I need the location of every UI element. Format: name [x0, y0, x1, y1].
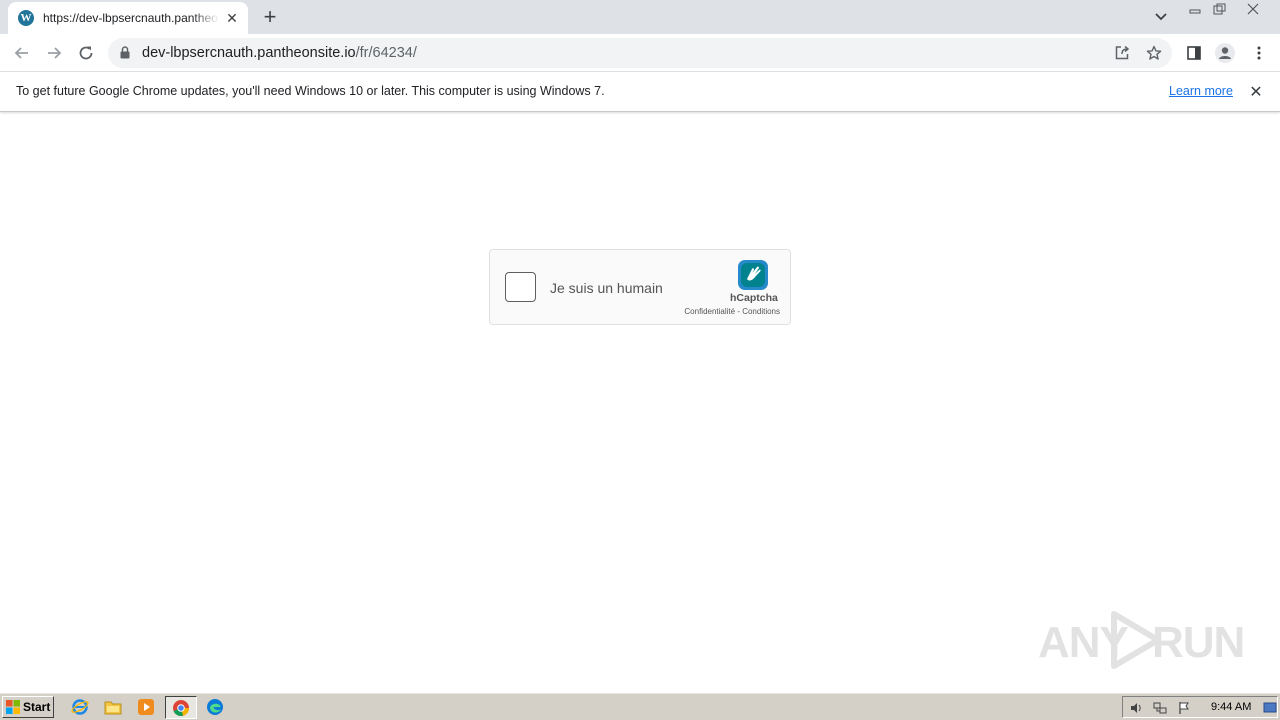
wordpress-icon: W	[18, 10, 34, 26]
network-icon[interactable]	[1153, 701, 1167, 715]
browser-tab[interactable]: W https://dev-lbpsercnauth.pantheonsite.…	[8, 2, 248, 34]
taskbar-clock[interactable]: 9:44 AM	[1211, 701, 1251, 713]
side-panel-icon[interactable]	[1183, 42, 1205, 64]
watermark-right-text: RUN	[1152, 618, 1245, 667]
volume-icon[interactable]	[1129, 701, 1143, 715]
restore-icon[interactable]	[1209, 1, 1231, 17]
file-explorer-icon[interactable]	[104, 698, 122, 716]
lock-icon[interactable]	[120, 46, 130, 64]
tab-title: https://dev-lbpsercnauth.pantheonsite.io…	[43, 11, 219, 25]
action-center-flag-icon[interactable]	[1177, 701, 1191, 715]
hcaptcha-logo-icon	[736, 258, 770, 292]
windows-logo-icon	[6, 700, 20, 714]
start-label: Start	[23, 700, 51, 714]
url-path: /fr/64234/	[355, 45, 417, 61]
hcaptcha-widget: Je suis un humain hCaptcha Confidentiali…	[489, 249, 791, 325]
profile-icon[interactable]	[1214, 42, 1236, 64]
kebab-menu-icon[interactable]	[1248, 42, 1270, 64]
internet-explorer-icon[interactable]	[71, 698, 89, 716]
media-player-icon[interactable]	[137, 698, 155, 716]
url-text[interactable]: dev-lbpsercnauth.pantheonsite.io/fr/6423…	[142, 45, 417, 61]
reload-icon[interactable]	[74, 41, 98, 65]
captcha-checkbox[interactable]	[505, 272, 536, 302]
new-tab-button[interactable]: +	[258, 6, 282, 28]
show-desktop-icon[interactable]	[1263, 701, 1277, 715]
minimize-icon[interactable]	[1184, 1, 1206, 17]
anyrun-watermark: ANY RUN	[1038, 608, 1245, 672]
system-tray: 9:44 AM	[1122, 696, 1278, 718]
edge-icon[interactable]	[206, 698, 224, 716]
forward-icon[interactable]	[42, 41, 66, 65]
bookmark-star-icon[interactable]	[1145, 44, 1163, 62]
start-button[interactable]: Start	[2, 696, 54, 718]
captcha-brand: hCaptcha	[730, 292, 778, 304]
captcha-label[interactable]: Je suis un humain	[550, 280, 663, 296]
captcha-privacy-terms-links[interactable]: Confidentialité - Conditions	[684, 307, 780, 316]
tab-search-chevron-icon[interactable]	[1151, 8, 1171, 26]
window-close-icon[interactable]	[1242, 1, 1264, 17]
chrome-taskbar-button[interactable]	[165, 696, 197, 719]
browser-toolbar: dev-lbpsercnauth.pantheonsite.io/fr/6423…	[0, 34, 1280, 72]
learn-more-link[interactable]: Learn more	[1169, 84, 1233, 98]
chrome-icon	[172, 699, 190, 717]
infobar-message: To get future Google Chrome updates, you…	[16, 84, 605, 98]
windows-taskbar: Start 9:44 AM	[0, 692, 1280, 720]
tab-strip: W https://dev-lbpsercnauth.pantheonsite.…	[0, 0, 1280, 34]
infobar-close-icon[interactable]: ✕	[1247, 83, 1265, 101]
url-host: dev-lbpsercnauth.pantheonsite.io	[142, 45, 356, 61]
address-bar[interactable]: dev-lbpsercnauth.pantheonsite.io/fr/6423…	[108, 38, 1172, 68]
windows-support-infobar: To get future Google Chrome updates, you…	[0, 72, 1280, 112]
share-icon[interactable]	[1113, 44, 1131, 62]
tab-close-icon[interactable]: ✕	[224, 10, 240, 26]
back-icon[interactable]	[10, 41, 34, 65]
